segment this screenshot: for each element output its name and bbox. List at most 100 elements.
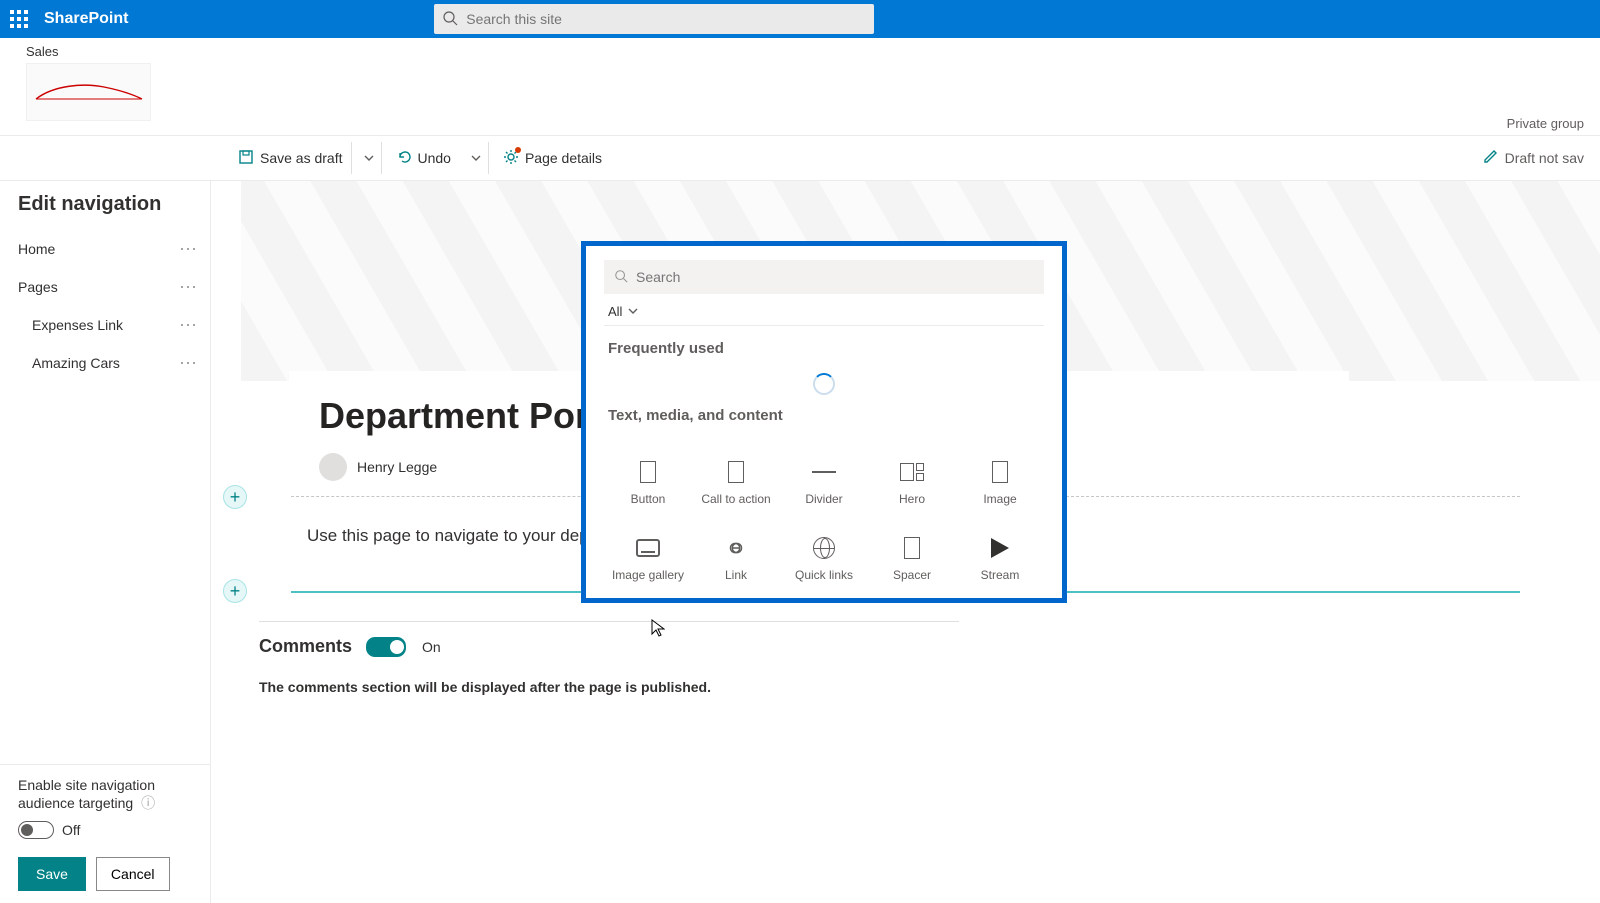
more-icon[interactable]: ⋯ [179,315,198,336]
webpart-stream[interactable]: Stream [956,510,1044,582]
site-logo[interactable] [26,63,151,121]
comments-row: Comments On [259,636,441,657]
section-divider [1061,496,1520,497]
gallery-icon [636,536,660,560]
info-icon[interactable]: ⓘ [141,795,155,811]
webpart-spacer[interactable]: Spacer [868,510,956,582]
audience-targeting-toggle[interactable] [18,821,54,839]
webpart-hero[interactable]: Hero [868,434,956,506]
more-icon[interactable]: ⋯ [179,277,198,298]
app-launcher-icon[interactable] [0,0,38,38]
loading-spinner [813,373,835,395]
site-header: Sales Private group [0,38,1600,135]
save-icon [238,149,254,168]
comments-note: The comments section will be displayed a… [259,679,711,695]
link-icon [724,536,748,560]
play-icon [988,536,1012,560]
toggle-state-label: Off [62,822,80,838]
author-avatar [319,453,347,481]
comments-divider [259,621,959,622]
picker-section-text: Text, media, and content [604,401,1044,430]
webpart-label: Hero [899,492,925,506]
picker-search-input[interactable] [636,269,1034,285]
nav-items: Home ⋯ Pages ⋯ Expenses Link ⋯ Amazing C… [0,230,210,764]
edit-navigation-panel: Edit navigation Home ⋯ Pages ⋯ Expenses … [0,181,211,903]
nav-panel-title: Edit navigation [0,185,210,230]
page-details-label: Page details [525,150,602,166]
picker-body[interactable]: Frequently used Text, media, and content… [604,325,1044,590]
picker-section-frequent: Frequently used [604,334,1044,363]
cta-icon [724,460,748,484]
picker-search[interactable] [604,260,1044,294]
site-title: Sales [26,44,151,59]
spacer-icon [900,536,924,560]
suite-bar: SharePoint [0,0,1600,38]
webpart-divider[interactable]: Divider [780,434,868,506]
author-name: Henry Legge [357,459,437,475]
webpart-label: Spacer [893,568,931,582]
webpart-link[interactable]: Link [692,510,780,582]
gear-icon [503,149,519,168]
brand-label: SharePoint [44,10,128,28]
page-details-button[interactable]: Page details [495,142,610,174]
privacy-label: Private group [1507,116,1584,131]
nav-item-label: Pages [18,279,58,295]
draft-status: Draft not sav [1483,148,1584,167]
save-draft-chevron[interactable] [358,142,382,174]
comments-label: Comments [259,636,352,657]
suite-search[interactable] [434,4,874,34]
save-button[interactable]: Save [18,857,86,891]
button-icon [636,460,660,484]
picker-filter[interactable]: All [608,304,1044,319]
mouse-cursor [651,619,665,642]
save-draft-button[interactable]: Save as draft [230,142,352,174]
image-icon [988,460,1012,484]
search-icon [442,10,458,29]
webpart-picker: All Frequently used Text, media, and con… [581,241,1067,603]
add-section-button[interactable]: + [223,579,247,603]
webpart-label: Divider [805,492,842,506]
more-icon[interactable]: ⋯ [179,239,198,260]
comments-toggle[interactable] [366,637,406,657]
nav-item-home[interactable]: Home ⋯ [0,230,210,268]
globe-icon [812,536,836,560]
main-row: Edit navigation Home ⋯ Pages ⋯ Expenses … [0,181,1600,903]
undo-button[interactable]: Undo [388,142,459,174]
page-canvas: Department Portals Henry Legge + Use thi… [211,181,1600,903]
add-section-button[interactable]: + [223,485,247,509]
comments-state: On [422,639,441,655]
pencil-icon [1483,148,1499,167]
undo-icon [396,149,412,168]
suite-search-input[interactable] [466,11,866,27]
cancel-button[interactable]: Cancel [96,857,170,891]
webpart-grid: Button Call to action Divider [604,430,1044,586]
webpart-quick-links[interactable]: Quick links [780,510,868,582]
audience-targeting-label: Enable site navigation audience targetin… [18,777,192,813]
chevron-down-icon [628,304,638,319]
command-bar: Save as draft Undo Page details Draft no… [0,136,1600,181]
nav-item-expenses-link[interactable]: Expenses Link ⋯ [0,306,210,344]
webpart-label: Image gallery [612,568,684,582]
nav-item-label: Home [18,241,55,257]
webpart-label: Button [631,492,666,506]
webpart-label: Link [725,568,747,582]
draft-status-label: Draft not sav [1505,150,1584,166]
search-icon [614,269,628,286]
webpart-label: Image [983,492,1016,506]
webpart-call-to-action[interactable]: Call to action [692,434,780,506]
webpart-button[interactable]: Button [604,434,692,506]
webpart-label: Stream [981,568,1020,582]
nav-item-amazing-cars[interactable]: Amazing Cars ⋯ [0,344,210,382]
divider-icon [812,460,836,484]
undo-chevron[interactable] [465,142,489,174]
hero-icon [900,460,924,484]
webpart-image-gallery[interactable]: Image gallery [604,510,692,582]
nav-item-pages[interactable]: Pages ⋯ [0,268,210,306]
undo-label: Undo [418,150,451,166]
webpart-label: Quick links [795,568,853,582]
more-icon[interactable]: ⋯ [179,353,198,374]
nav-item-label: Expenses Link [32,317,123,333]
picker-filter-label: All [608,304,622,319]
nav-item-label: Amazing Cars [32,355,120,371]
webpart-image[interactable]: Image [956,434,1044,506]
